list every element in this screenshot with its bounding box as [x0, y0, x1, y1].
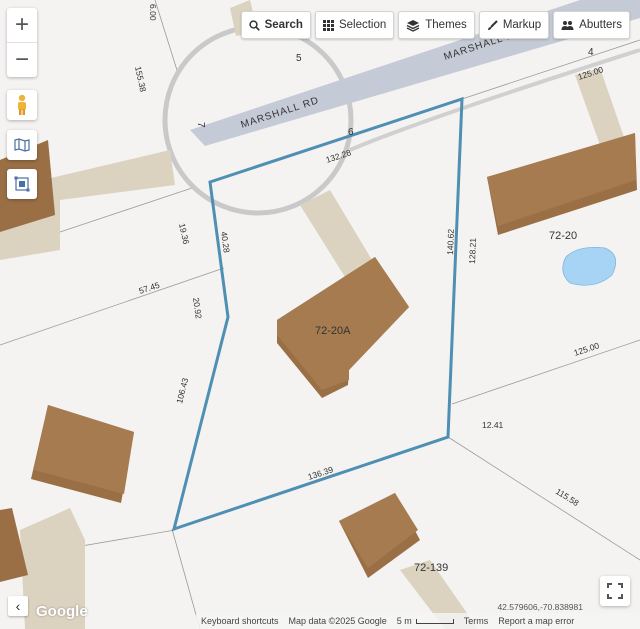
- markup-label: Markup: [502, 19, 542, 31]
- abutters-button[interactable]: Abutters: [553, 11, 630, 39]
- themes-label: Themes: [425, 19, 467, 31]
- collapse-panel-button[interactable]: ‹: [8, 596, 28, 616]
- chevron-left-icon: ‹: [15, 598, 21, 614]
- select-area-icon: [14, 176, 30, 192]
- scale-line: [415, 618, 454, 624]
- search-icon: [248, 19, 260, 31]
- lot-number: 5: [296, 53, 302, 64]
- plus-icon: +: [14, 11, 29, 38]
- lot-number: 7: [195, 122, 206, 128]
- markup-button[interactable]: Markup: [478, 11, 550, 39]
- parcel-map[interactable]: MARSHALL RD MARSHALL RD 72-20A 72-20 72-…: [0, 0, 640, 629]
- brush-icon: [487, 19, 498, 30]
- report-error-link[interactable]: Report a map error: [498, 616, 574, 626]
- keyboard-shortcuts-link[interactable]: Keyboard shortcuts: [201, 616, 279, 626]
- parcel-id-label: 72-139: [414, 562, 448, 574]
- street-view-button[interactable]: [7, 90, 37, 120]
- zoom-in-button[interactable]: +: [7, 8, 37, 42]
- search-label: Search: [264, 19, 303, 31]
- parcel-id-label: 72-20: [549, 230, 577, 242]
- scale-label: 5 m: [396, 616, 412, 626]
- pegman-icon: [18, 94, 26, 115]
- lot-number: 6: [348, 127, 354, 138]
- select-area-button[interactable]: [7, 169, 37, 199]
- abutters-label: Abutters: [579, 19, 622, 31]
- selection-label: Selection: [338, 19, 387, 31]
- fullscreen-icon: [607, 583, 623, 599]
- dimension-label: 12.41: [482, 420, 504, 430]
- users-icon: [561, 20, 574, 30]
- zoom-out-button[interactable]: −: [7, 43, 37, 77]
- dimension-label: 128.21: [467, 237, 478, 264]
- google-logo: Google: [36, 603, 88, 620]
- map-layers-button[interactable]: [7, 130, 37, 160]
- scale-bar[interactable]: 5 m: [397, 616, 454, 626]
- minus-icon: −: [14, 46, 29, 73]
- map-toolbar: Search Selection Themes Markup Abutters: [240, 11, 630, 39]
- lot-number: 4: [588, 47, 594, 58]
- coordinate-readout: 42.579606,-70.838981: [497, 602, 583, 612]
- themes-button[interactable]: Themes: [398, 11, 475, 39]
- map-icon: [14, 138, 30, 152]
- map-data-attribution: Map data ©2025 Google: [288, 616, 387, 626]
- search-button[interactable]: Search: [240, 11, 311, 39]
- parcel-id-label: 72-20A: [315, 325, 351, 337]
- grid-icon: [322, 19, 334, 31]
- terms-link[interactable]: Terms: [464, 616, 489, 626]
- fullscreen-button[interactable]: [600, 576, 630, 606]
- selection-button[interactable]: Selection: [314, 11, 395, 39]
- layers-icon: [406, 19, 420, 32]
- attribution-bar: Keyboard shortcuts Map data ©2025 Google…: [196, 613, 640, 629]
- dimension-label: 140.62: [445, 228, 456, 255]
- dimension-label: 6.00: [148, 4, 158, 21]
- zoom-control: + −: [7, 8, 37, 77]
